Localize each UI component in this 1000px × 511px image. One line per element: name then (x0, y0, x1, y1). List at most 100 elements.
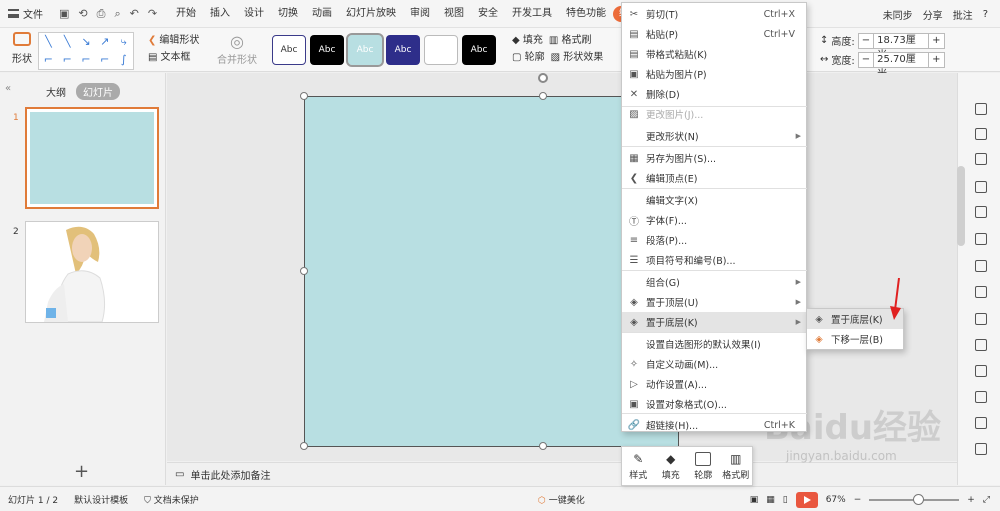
plus-icon[interactable]: + (929, 54, 943, 65)
context-menu-item[interactable]: ▤ 粘贴(P) Ctrl+V (622, 24, 807, 44)
template-name[interactable]: 默认设计模板 (66, 493, 136, 506)
width-stepper[interactable]: − 25.70厘米 + (857, 51, 945, 80)
context-menu-item[interactable]: ▣ 设置对象格式(O)... (622, 394, 807, 414)
slide-thumbnail-2[interactable] (25, 221, 159, 323)
format-painter-button[interactable]: ▥ 格式刷 (549, 32, 592, 49)
style-swatch[interactable]: Abc (386, 35, 420, 65)
context-menu-item[interactable]: ▦ 另存为图片(S)... (622, 148, 807, 168)
beautify-button[interactable]: ⬡ 一键美化 (530, 493, 593, 506)
rotate-handle-icon[interactable] (538, 73, 548, 83)
connector-icon[interactable]: ∫ (114, 51, 133, 69)
outline-button[interactable]: 轮廓 (687, 447, 720, 485)
sidebar-icon[interactable] (975, 128, 987, 140)
preview-icon[interactable]: ⌕ (114, 7, 120, 21)
connector-icon[interactable]: ↘ (77, 33, 96, 51)
context-menu-item[interactable]: 设置自选图形的默认效果(I) (622, 334, 807, 354)
context-menu-item[interactable]: ▷ 动作设置(A)... (622, 374, 807, 394)
comment-button[interactable]: 批注 (953, 7, 973, 22)
sidebar-icon[interactable] (975, 443, 987, 455)
sidebar-icon[interactable] (975, 103, 987, 115)
ribbon-tab[interactable]: 动画 (305, 0, 339, 28)
sidebar-icon[interactable] (975, 233, 987, 245)
style-swatch[interactable] (424, 35, 458, 65)
connector-gallery[interactable]: ╲ ╲ ↘ ↗ ⤷ ⌐ ⌐ ⌐ ⌐ ∫ (38, 32, 134, 70)
style-swatch[interactable]: Abc (346, 33, 384, 67)
context-menu-item[interactable]: ◈ 置于底层(K) ▶ (622, 312, 807, 332)
print-icon[interactable]: ⎙ (97, 7, 106, 21)
context-menu-item[interactable]: ▣ 粘贴为图片(P) (622, 64, 807, 84)
zoom-slider[interactable] (869, 493, 960, 505)
normal-view-icon[interactable]: ▣ (750, 495, 759, 505)
ribbon-tab[interactable]: 视图 (437, 0, 471, 28)
share-button[interactable]: 分享 (923, 7, 943, 22)
connector-icon[interactable]: ╲ (58, 33, 77, 51)
slide-thumbnail-1[interactable] (25, 107, 159, 209)
height-stepper[interactable]: − 18.73厘米 + (857, 32, 945, 61)
add-slide-button[interactable]: + (74, 461, 89, 482)
export-icon[interactable]: ⟲ (78, 7, 87, 21)
undo-icon[interactable]: ↶ (130, 7, 139, 21)
sync-status[interactable]: 未同步 (883, 7, 913, 22)
style-swatch[interactable]: Abc (462, 35, 496, 65)
format-painter-button[interactable]: ▥ 格式刷 (720, 447, 753, 485)
sorter-view-icon[interactable]: ▦ (766, 495, 775, 505)
shape-effect-button[interactable]: ▧ 形状效果 (551, 49, 604, 66)
context-menu-item[interactable]: ≡ 段落(P)... (622, 230, 807, 250)
context-menu-item[interactable]: ☰ 项目符号和编号(B)... (622, 250, 807, 270)
ribbon-tab[interactable]: 安全 (471, 0, 505, 28)
style-swatch[interactable]: Abc (272, 35, 306, 65)
help-button[interactable]: ? (983, 9, 988, 20)
sidebar-icon[interactable] (975, 417, 987, 429)
connector-icon[interactable]: ↗ (95, 33, 114, 51)
save-icon[interactable]: ▣ (59, 7, 69, 21)
connector-icon[interactable]: ⌐ (95, 51, 114, 69)
resize-handle[interactable] (539, 92, 547, 100)
context-menu-item[interactable]: ✕ 删除(D) (622, 84, 807, 104)
minus-icon[interactable]: − (859, 54, 873, 65)
context-menu-item[interactable]: ✧ 自定义动画(M)... (622, 354, 807, 374)
minus-icon[interactable]: − (859, 35, 873, 46)
sidebar-icon[interactable] (975, 339, 987, 351)
play-slideshow-icon[interactable] (795, 491, 818, 508)
context-menu-item[interactable]: 编辑文字(X) (622, 190, 807, 210)
tab-slides[interactable]: 幻灯片 (76, 83, 120, 100)
reading-view-icon[interactable]: ▯ (783, 495, 788, 505)
ribbon-tab[interactable]: 开发工具 (505, 0, 559, 28)
sidebar-icon[interactable] (975, 391, 987, 403)
sidebar-icon[interactable] (975, 206, 987, 218)
zoom-in-icon[interactable]: + (967, 495, 975, 505)
redo-icon[interactable]: ↷ (148, 7, 157, 21)
height-input[interactable]: 18.73厘米 (873, 32, 930, 61)
outline-button[interactable]: ▢ 轮廓 (512, 49, 545, 66)
resize-handle[interactable] (300, 267, 308, 275)
context-menu-item[interactable]: 更改形状(N) ▶ (622, 126, 807, 146)
style-button[interactable]: ✎ 样式 (622, 447, 655, 485)
fit-window-icon[interactable]: ⤢ (983, 495, 990, 505)
context-menu-item[interactable]: ❮ 编辑顶点(E) (622, 168, 807, 188)
zoom-slider-knob[interactable] (913, 493, 925, 505)
sidebar-icon[interactable] (975, 313, 987, 325)
context-menu-item[interactable]: 🔗 超链接(H)... Ctrl+K (622, 415, 807, 435)
connector-icon[interactable]: ⌐ (77, 51, 96, 69)
context-menu-item[interactable]: ▤ 带格式粘贴(K) (622, 44, 807, 64)
ribbon-tab[interactable]: 开始 (169, 0, 203, 28)
merge-shape-button[interactable]: ◎ 合并形状 (212, 32, 262, 66)
context-menu-item[interactable]: 组合(G) ▶ (622, 272, 807, 292)
file-menu[interactable]: 文件 (0, 0, 51, 28)
sidebar-icon[interactable] (975, 365, 987, 377)
vertical-scrollbar[interactable] (957, 166, 965, 246)
ribbon-tab[interactable]: 切换 (271, 0, 305, 28)
sidebar-icon[interactable] (975, 286, 987, 298)
ribbon-tab[interactable]: 插入 (203, 0, 237, 28)
ribbon-tab[interactable]: 审阅 (403, 0, 437, 28)
send-backward-item[interactable]: ◈ 下移一层(B) (807, 329, 903, 349)
ribbon-tab[interactable]: 设计 (237, 0, 271, 28)
shape-button[interactable]: 形状 (8, 32, 36, 65)
zoom-out-icon[interactable]: − (854, 495, 862, 505)
sidebar-icon[interactable] (975, 260, 987, 272)
tab-outline[interactable]: 大纲 (46, 84, 66, 99)
fill-button[interactable]: ◆ 填充 (512, 32, 543, 49)
connector-icon[interactable]: ╲ (39, 33, 58, 51)
ribbon-tab[interactable]: 幻灯片放映 (339, 0, 403, 28)
style-swatch[interactable]: Abc (310, 35, 344, 65)
